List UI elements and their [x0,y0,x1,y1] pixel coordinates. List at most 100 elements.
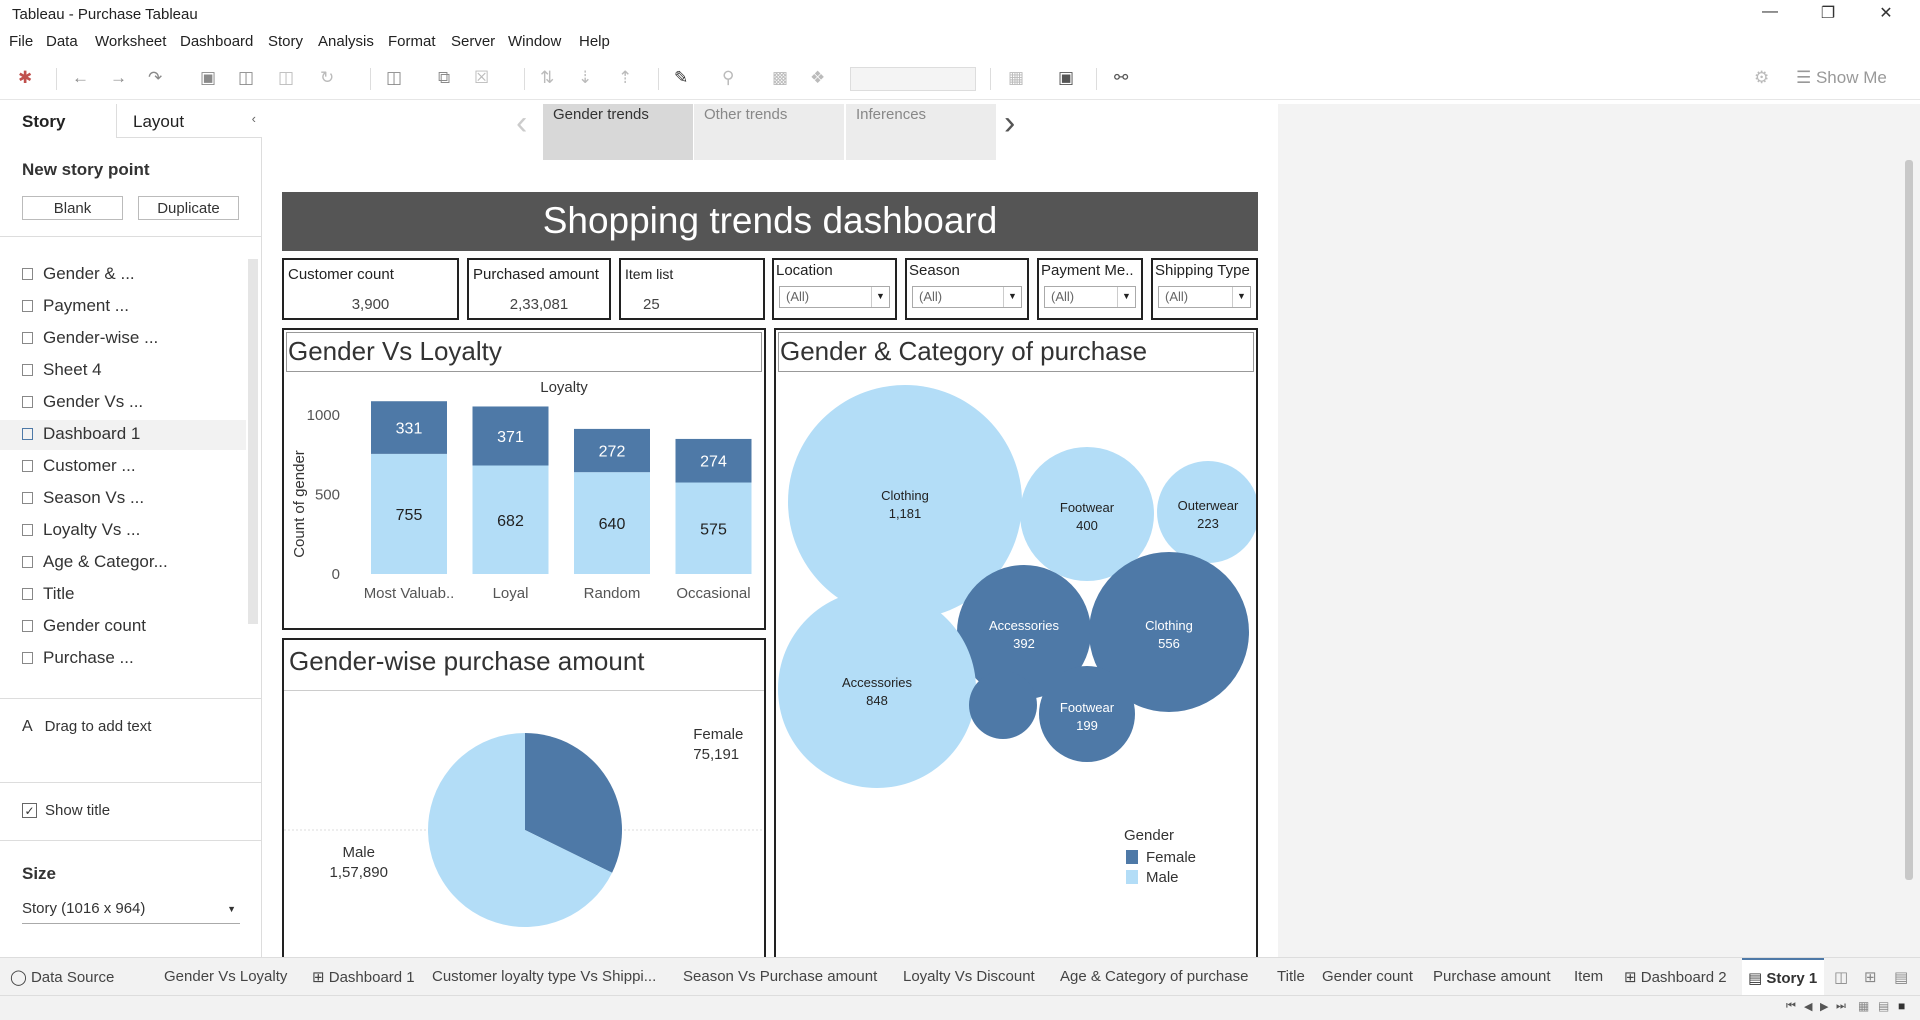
pause-updates-icon[interactable]: ◫ [278,68,294,88]
sheet-item-dashboard[interactable]: Dashboard 1 [0,420,246,450]
menu-analysis[interactable]: Analysis [318,33,374,50]
group-members-icon[interactable]: ⚲ [722,68,734,88]
bar-label-male: 640 [599,516,626,533]
tab-sheet[interactable]: Loyalty Vs Discount [903,968,1035,985]
last-page-icon[interactable]: ⏭ [1836,1000,1846,1013]
legend-label: Female [1146,849,1196,866]
sheet-item[interactable]: Season Vs ... [22,488,242,518]
sheet-item[interactable]: Title [22,584,242,614]
tab-dashboard[interactable]: ⊞ Dashboard 1 [312,968,415,986]
sort-ascending-icon[interactable]: ⇣ [578,68,592,88]
duplicate-button[interactable]: Duplicate [138,196,239,220]
menu-worksheet[interactable]: Worksheet [95,33,166,50]
filmstrip-view-icon[interactable]: ▤ [1878,999,1889,1013]
menu-file[interactable]: File [9,33,33,50]
story-point-inferences[interactable]: Inferences [846,104,996,160]
menu-server[interactable]: Server [451,33,495,50]
replay-icon[interactable]: ↷ [148,68,162,88]
show-title-checkbox[interactable]: ✓ Show title [22,802,110,819]
filter-payment-method[interactable]: Payment Me.. (All) ▼ [1037,258,1143,320]
window-title: Tableau - Purchase Tableau [12,6,198,23]
menu-story[interactable]: Story [268,33,303,50]
collapse-pane-icon[interactable]: ‹ [252,111,256,126]
tab-sheet[interactable]: Customer loyalty type Vs Shippi... [432,968,656,985]
tab-story[interactable]: Story [0,104,116,138]
tabs-view-icon[interactable]: ■ [1898,999,1905,1013]
show-me-button[interactable]: ☰ Show Me [1796,68,1887,88]
filter-shipping-type[interactable]: Shipping Type (All) ▼ [1151,258,1258,320]
tab-story-active[interactable]: ▤ Story 1 [1742,958,1824,996]
canvas-scrollbar[interactable] [1905,160,1913,880]
blank-button[interactable]: Blank [22,196,123,220]
next-story-point-icon[interactable]: › [1004,104,1015,143]
filter-dropdown[interactable]: (All) ▼ [1044,286,1136,308]
tab-sheet[interactable]: Item [1574,968,1603,985]
swap-rows-columns-icon[interactable]: ⇅ [540,68,554,88]
tab-sheet[interactable]: Gender count [1322,968,1413,985]
duplicate-sheet-icon[interactable]: ⧉ [438,68,450,88]
menu-dashboard[interactable]: Dashboard [180,33,253,50]
menu-help[interactable]: Help [579,33,610,50]
minimize-button[interactable]: — [1748,3,1792,25]
new-data-source-icon[interactable]: ◫ [238,68,254,88]
new-story-tab-icon[interactable]: ▤ [1894,968,1908,986]
sheet-item[interactable]: Sheet 4 [22,360,242,390]
show-mark-labels-icon[interactable]: ▩ [772,68,788,88]
sheet-item[interactable]: Customer ... [22,456,242,486]
drag-text-item[interactable]: A Drag to add text [22,718,151,736]
save-icon[interactable]: ▣ [200,68,216,88]
bubble-label-value: 223 [1197,516,1219,531]
filter-season[interactable]: Season (All) ▼ [905,258,1029,320]
tab-data-source[interactable]: ◯ Data Source [10,968,114,986]
fit-dropdown[interactable] [850,67,976,91]
share-icon[interactable]: ⚯ [1114,68,1128,88]
restore-button[interactable]: ❐ [1806,3,1850,25]
new-dashboard-tab-icon[interactable]: ⊞ [1864,968,1877,986]
tab-sheet[interactable]: Age & Category of purchase [1060,968,1248,985]
menu-window[interactable]: Window [508,33,561,50]
grid-view-icon[interactable]: ▦ [1858,999,1869,1013]
show-cards-icon[interactable]: ▦ [1008,68,1024,88]
redo-icon[interactable]: → [110,68,127,88]
story-point-gender-trends[interactable]: Gender trends [543,104,693,160]
menu-data[interactable]: Data [46,33,78,50]
filter-location[interactable]: Location (All) ▼ [772,258,897,320]
tab-layout[interactable]: Layout ‹ [116,104,262,138]
sort-descending-icon[interactable]: ⇡ [618,68,632,88]
fix-axes-icon[interactable]: ❖ [810,68,825,88]
sheet-item[interactable]: Age & Categor... [22,552,242,582]
sheet-item[interactable]: Gender-wise ... [22,328,242,358]
sheet-item[interactable]: Gender Vs ... [22,392,242,422]
sheet-item[interactable]: Purchase ... [22,648,242,678]
sheet-item[interactable]: Gender count [22,616,242,646]
size-dropdown[interactable]: Story (1016 x 964) ▼ [22,900,240,924]
highlight-icon[interactable]: ✎ [674,68,688,88]
prev-page-icon[interactable]: ◀ [1804,1000,1812,1013]
next-page-icon[interactable]: ▶ [1820,1000,1828,1013]
sheet-item[interactable]: Payment ... [22,296,242,326]
refresh-icon[interactable]: ↻ [320,68,334,88]
filter-dropdown[interactable]: (All) ▼ [912,286,1022,308]
first-page-icon[interactable]: ⏮ [1786,1000,1796,1013]
previous-story-point-icon[interactable]: ‹ [516,104,527,143]
sheet-item[interactable]: Loyalty Vs ... [22,520,242,550]
new-worksheet-tab-icon[interactable]: ◫ [1834,968,1848,986]
presentation-mode-icon[interactable]: ▣ [1058,68,1074,88]
tab-dashboard[interactable]: ⊞ Dashboard 2 [1624,968,1727,986]
tab-sheet[interactable]: Title [1277,968,1305,985]
format-painter-icon[interactable]: ⚙ [1754,68,1769,88]
menu-format[interactable]: Format [388,33,436,50]
tableau-logo-icon[interactable]: ✱ [18,68,32,88]
filter-dropdown[interactable]: (All) ▼ [779,286,890,308]
story-point-other-trends[interactable]: Other trends [694,104,844,160]
close-button[interactable]: ✕ [1864,3,1908,25]
undo-icon[interactable]: ← [72,68,89,88]
filter-dropdown[interactable]: (All) ▼ [1158,286,1251,308]
clear-sheet-icon[interactable]: ☒ [474,68,489,88]
tab-sheet[interactable]: Purchase amount [1433,968,1551,985]
sheet-item[interactable]: Gender & ... [22,264,242,294]
tab-sheet[interactable]: Gender Vs Loyalty [164,968,287,985]
tab-sheet[interactable]: Season Vs Purchase amount [683,968,877,985]
new-worksheet-icon[interactable]: ◫ [386,68,402,88]
sheet-list-scrollbar[interactable] [248,259,258,624]
